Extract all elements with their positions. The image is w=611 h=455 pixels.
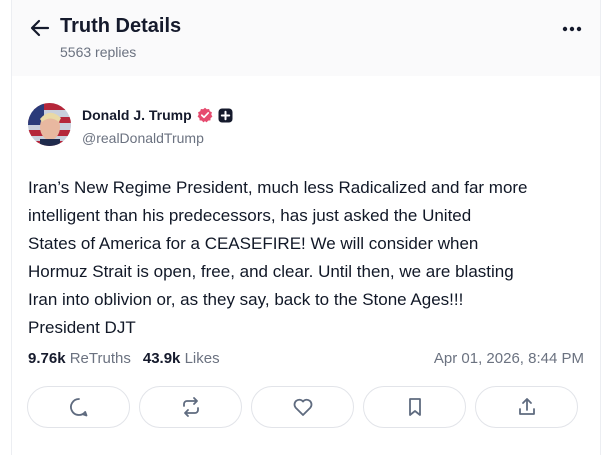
share-button[interactable] xyxy=(475,386,578,428)
likes-stat[interactable]: 43.9k Likes xyxy=(143,350,220,367)
retruths-stat[interactable]: 9.76k ReTruths xyxy=(28,350,131,367)
back-button[interactable] xyxy=(29,17,51,39)
bookmark-icon xyxy=(408,398,421,416)
page-title: Truth Details xyxy=(60,15,182,37)
truth-details-panel: Truth Details 5563 replies Donald J. Tru… xyxy=(11,0,601,455)
page-header: Truth Details 5563 replies xyxy=(12,0,600,76)
reply-button[interactable] xyxy=(27,386,130,428)
more-horizontal-icon xyxy=(562,26,582,32)
plus-badge-icon xyxy=(218,108,233,122)
retruths-count: 9.76k xyxy=(28,350,66,367)
likes-label: Likes xyxy=(184,350,220,367)
likes-count: 43.9k xyxy=(142,350,181,367)
bookmark-button[interactable] xyxy=(363,386,466,428)
retruth-icon xyxy=(182,397,199,417)
retruths-label: ReTruths xyxy=(69,350,131,367)
verified-badge-icon xyxy=(197,107,213,123)
more-options-button[interactable] xyxy=(560,18,584,40)
post-timestamp: Apr 01, 2026, 8:44 PM xyxy=(433,350,584,367)
author-name[interactable]: Donald J. Trump xyxy=(82,107,192,123)
heart-icon xyxy=(293,398,312,416)
retruth-button[interactable] xyxy=(139,386,242,428)
post-actions xyxy=(27,386,578,428)
reply-icon xyxy=(69,398,87,417)
author-name-row: Donald J. Trump xyxy=(82,107,233,123)
share-icon xyxy=(518,398,535,415)
like-button[interactable] xyxy=(251,386,354,428)
post-stats: 9.76k ReTruths 43.9k Likes Apr 01, 2026,… xyxy=(28,350,584,370)
author-handle[interactable]: @realDonaldTrump xyxy=(82,130,204,146)
post-text: Iran’s New Regime President, much less R… xyxy=(28,178,528,337)
arrow-left-icon xyxy=(30,19,50,37)
avatar-image xyxy=(28,103,71,146)
replies-count: 5563 replies xyxy=(60,44,137,60)
avatar[interactable] xyxy=(28,103,71,146)
